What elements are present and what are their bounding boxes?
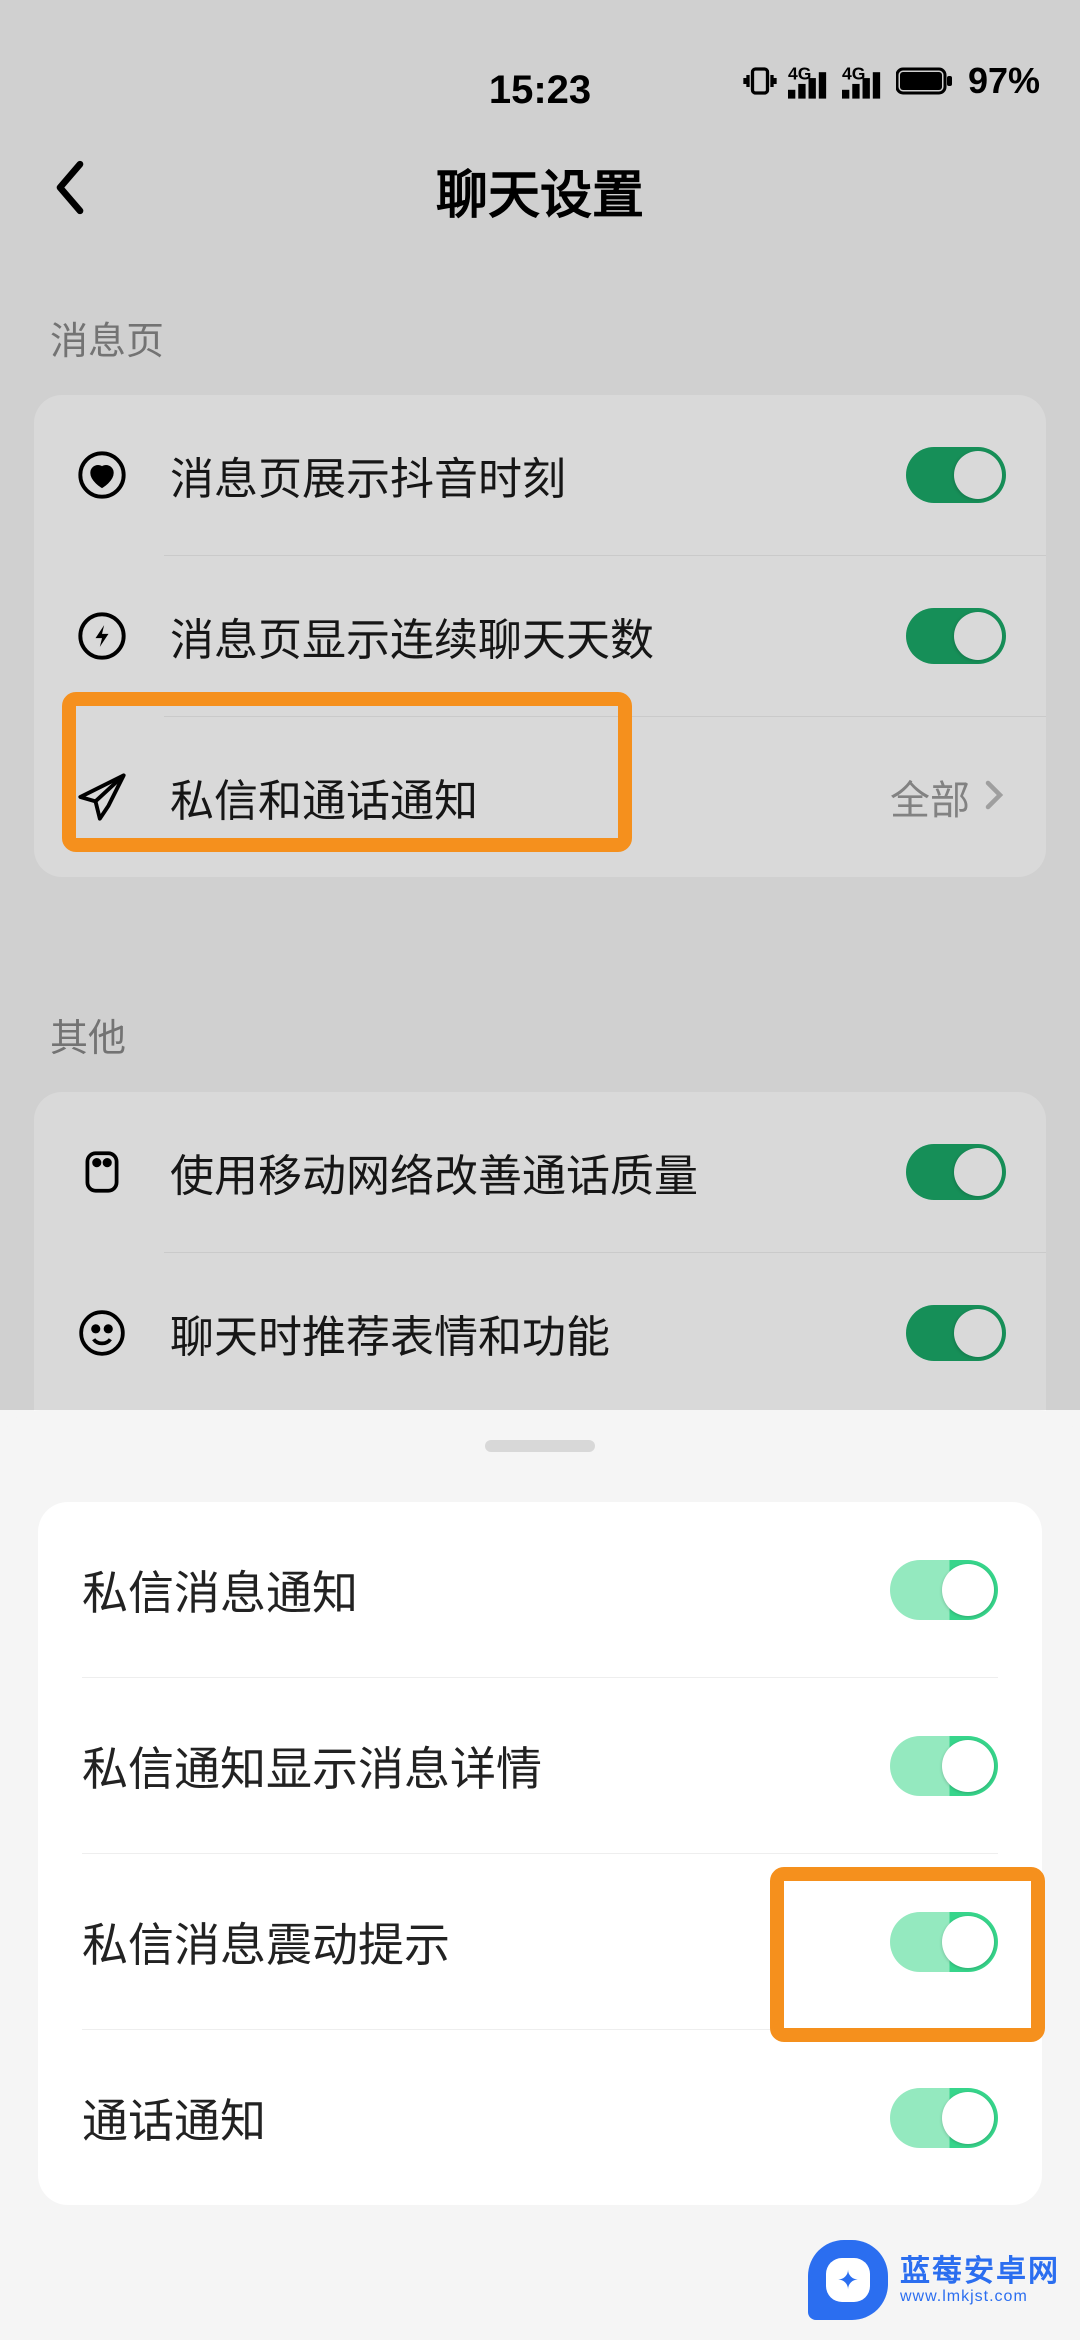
status-right: 4G 4G 97% [742,60,1040,102]
row-chat-streak[interactable]: 消息页显示连续聊天天数 [34,556,1046,716]
chevron-left-icon [50,158,90,218]
sheet-row-call-notify[interactable]: 通话通知 [38,2030,1042,2205]
row-mobile-network[interactable]: 使用移动网络改善通话质量 [34,1092,1046,1252]
toggle-call-notify[interactable] [890,2088,998,2148]
row-label: 消息页显示连续聊天天数 [170,604,906,668]
sim-icon [74,1144,130,1200]
chevron-right-icon [982,777,1006,818]
sheet-row-label: 私信通知显示消息详情 [82,1733,542,1799]
toggle-mobile-network[interactable] [906,1144,1006,1200]
signal-4g-1-icon: 4G [788,63,832,99]
sheet-row-dm-vibrate[interactable]: 私信消息震动提示 [38,1854,1042,2029]
watermark-title: 蓝莓安卓网 [900,2255,1060,2288]
back-button[interactable] [50,158,90,223]
row-dm-call-notify[interactable]: 私信和通话通知 全部 [34,717,1046,877]
vibrate-icon [742,63,778,99]
svg-text:4G: 4G [788,64,811,84]
status-bar: 15:23 4G 4G 97% [0,0,1080,120]
section-label-other: 其他 [0,957,1080,1092]
msg-card: 消息页展示抖音时刻 消息页显示连续聊天天数 私信和通话通知 全部 [34,395,1046,877]
watermark-logo-icon [808,2240,888,2320]
toggle-dm-vibrate[interactable] [890,1912,998,1972]
toggle-douyin-moments[interactable] [906,447,1006,503]
svg-text:4G: 4G [842,64,865,84]
toggle-dm-notify[interactable] [890,1560,998,1620]
heart-circle-icon [74,447,130,503]
section-label-msg: 消息页 [0,260,1080,395]
sheet-card: 私信消息通知 私信通知显示消息详情 私信消息震动提示 通话通知 [38,1502,1042,2205]
sheet-row-label: 私信消息通知 [82,1557,358,1623]
watermark-url: www.lmkjst.com [900,2288,1060,2306]
row-label: 聊天时推荐表情和功能 [170,1301,906,1365]
sheet-row-dm-detail[interactable]: 私信通知显示消息详情 [38,1678,1042,1853]
sheet-row-label: 私信消息震动提示 [82,1909,450,1975]
nav-bar: 聊天设置 [0,120,1080,260]
toggle-chat-streak[interactable] [906,608,1006,664]
smile-icon [74,1305,130,1361]
row-label: 消息页展示抖音时刻 [170,443,906,507]
toggle-emoji-suggest[interactable] [906,1305,1006,1361]
sheet-row-label: 通话通知 [82,2085,266,2151]
row-value: 全部 [890,768,970,826]
sheet-drag-handle[interactable] [485,1440,595,1452]
row-label: 使用移动网络改善通话质量 [170,1140,906,1204]
battery-percent: 97% [968,60,1040,102]
bottom-sheet[interactable]: 私信消息通知 私信通知显示消息详情 私信消息震动提示 通话通知 [0,1410,1080,2340]
watermark: 蓝莓安卓网 www.lmkjst.com [808,2240,1060,2320]
toggle-dm-detail[interactable] [890,1736,998,1796]
lightning-bubble-icon [74,608,130,664]
paper-plane-icon [74,769,130,825]
row-emoji-suggest[interactable]: 聊天时推荐表情和功能 [34,1253,1046,1413]
sheet-row-dm-notify[interactable]: 私信消息通知 [38,1502,1042,1677]
row-label: 私信和通话通知 [170,765,890,829]
row-douyin-moments[interactable]: 消息页展示抖音时刻 [34,395,1046,555]
status-time: 15:23 [489,68,591,113]
signal-4g-2-icon: 4G [842,63,886,99]
page-title: 聊天设置 [436,153,644,228]
battery-icon [896,66,954,96]
